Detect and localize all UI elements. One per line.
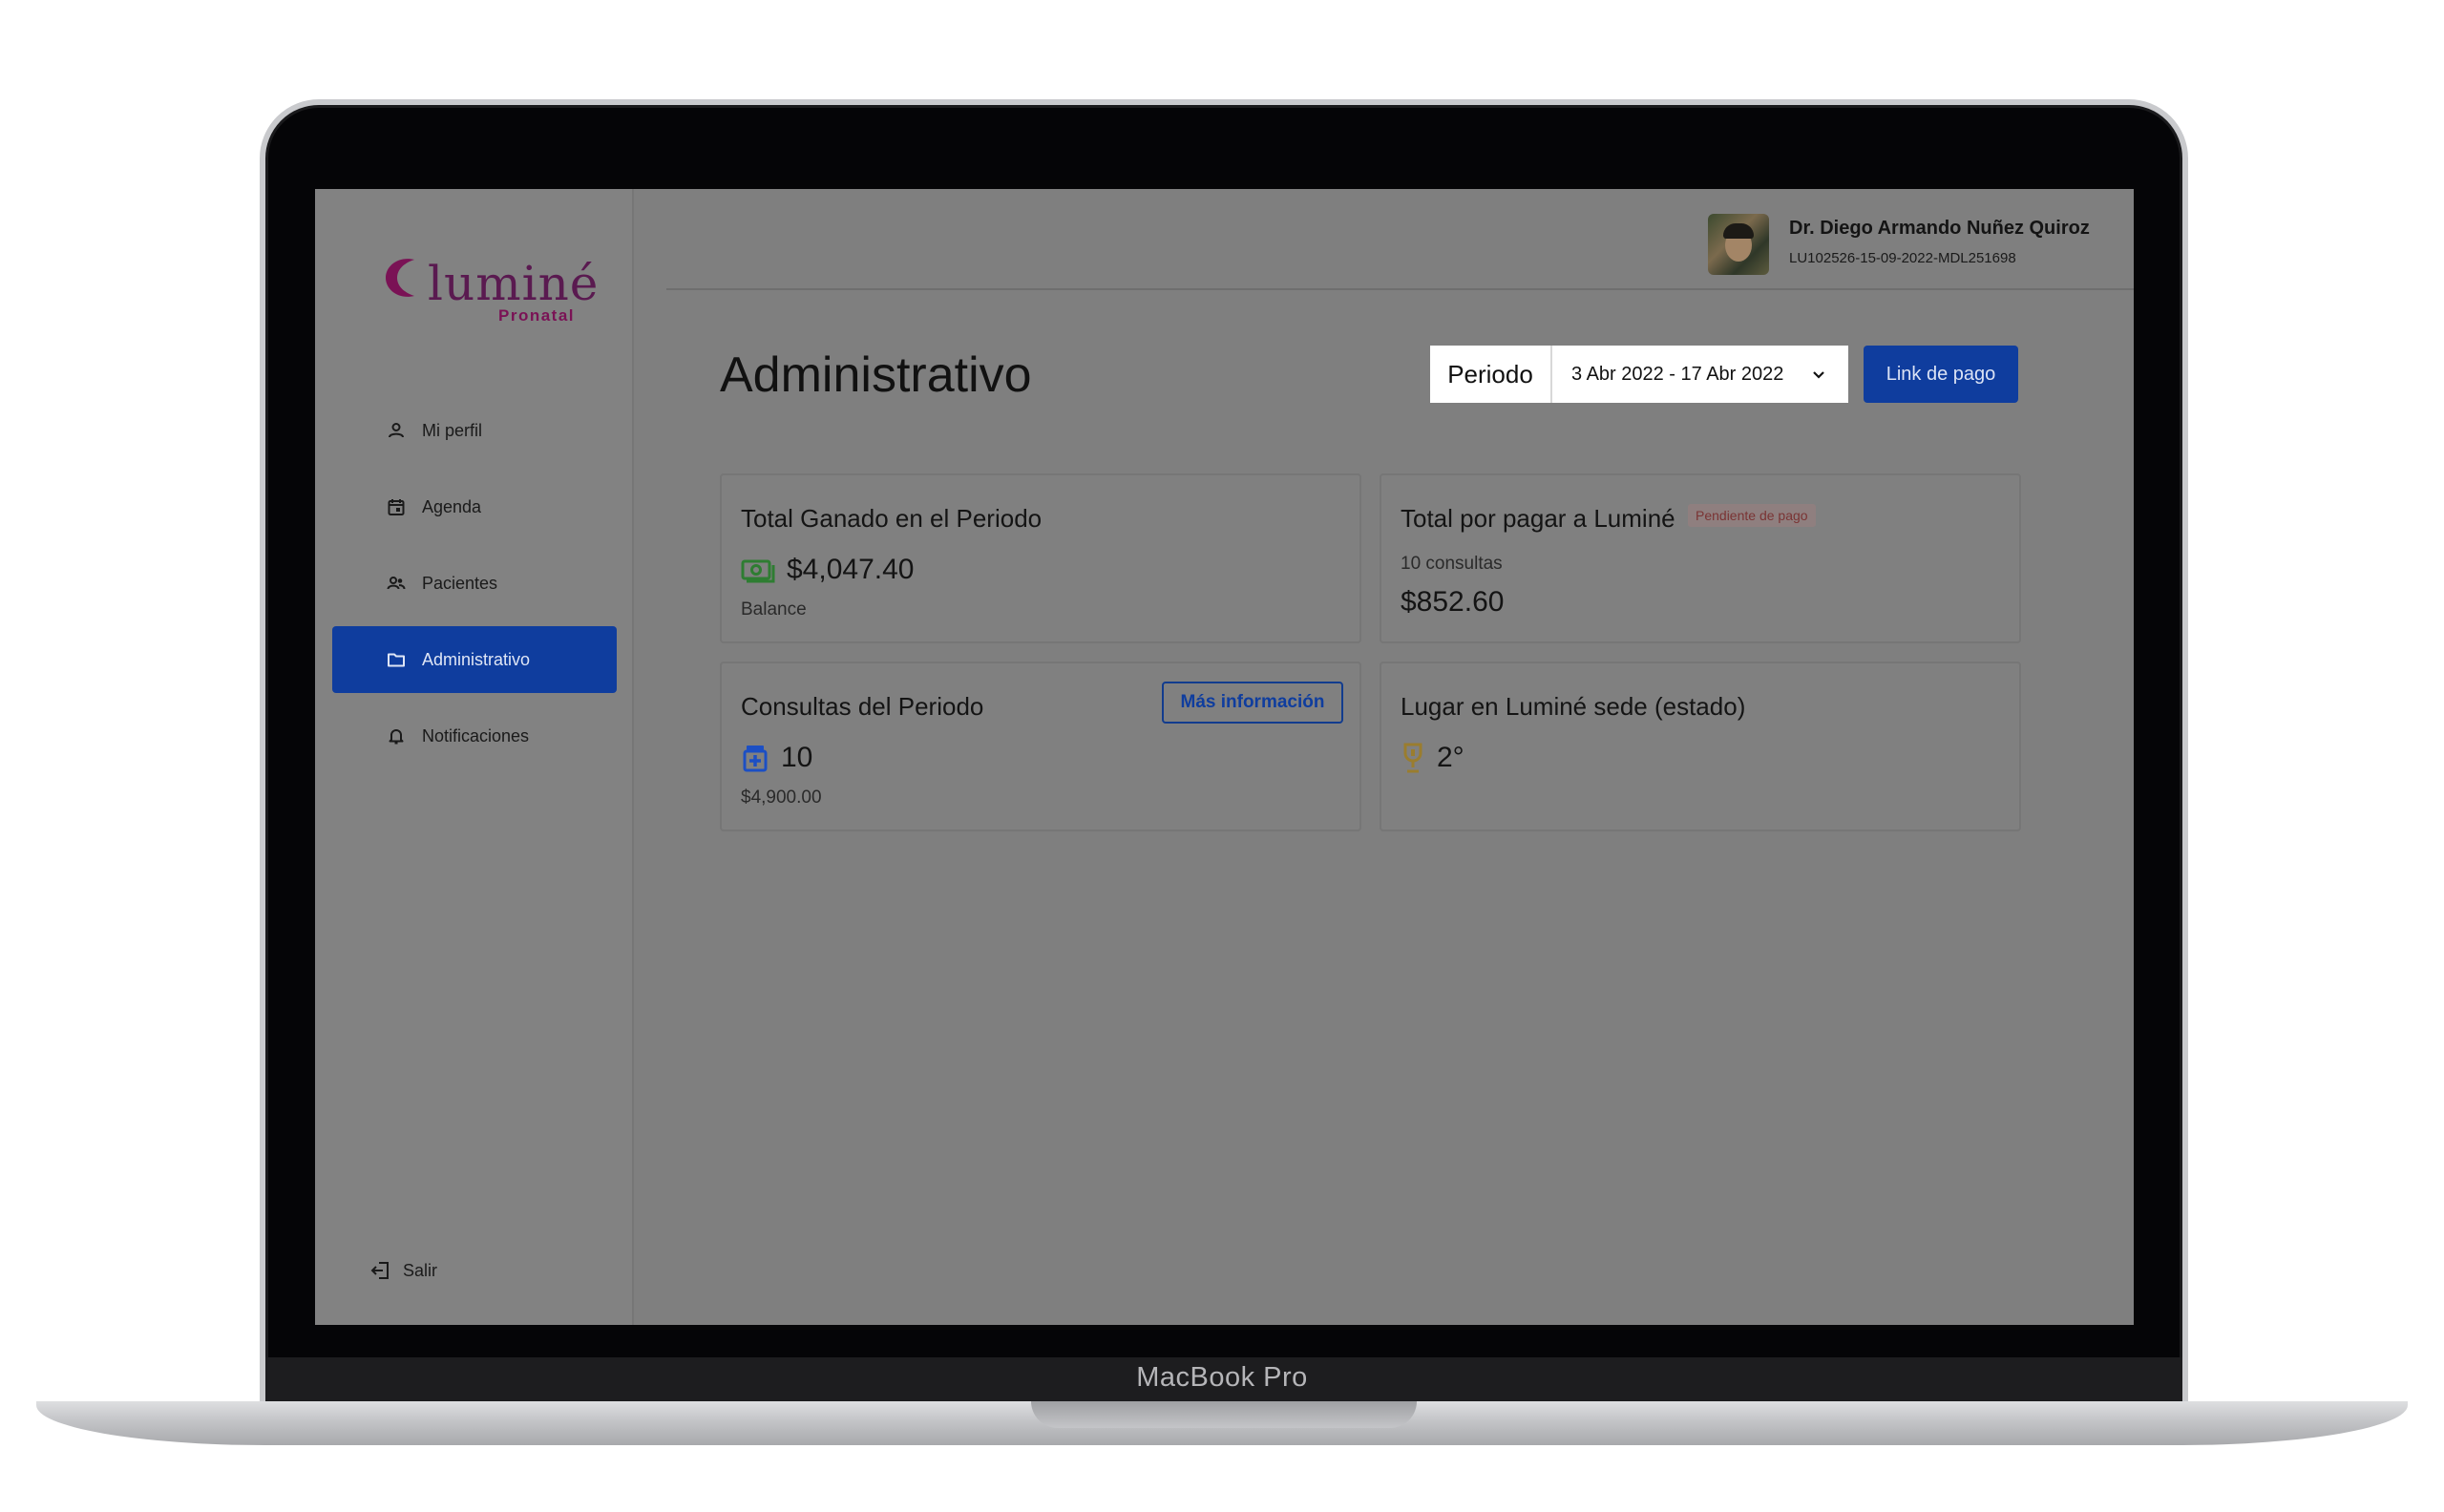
trophy-icon <box>1403 743 1422 773</box>
ranking-card: Lugar en Luminé sede (estado) 2° <box>1380 662 2021 831</box>
to-pay-count: 10 consultas <box>1401 554 1503 574</box>
app-screen: luminé Pronatal Mi perfil Agenda Pacient… <box>315 189 2134 1325</box>
users-icon <box>386 573 407 594</box>
chevron-down-icon <box>1813 371 1824 379</box>
period-value: 3 Abr 2022 - 17 Abr 2022 <box>1571 363 1784 385</box>
sidebar-item-label: Pacientes <box>422 573 498 593</box>
calendar-icon <box>386 496 407 517</box>
sidebar-item-pacientes[interactable]: Pacientes <box>332 550 617 617</box>
avatar[interactable] <box>1708 214 1769 275</box>
consults-sub: $4,900.00 <box>741 788 822 808</box>
user-icon <box>386 420 407 441</box>
sidebar-item-notificaciones[interactable]: Notificaciones <box>332 703 617 769</box>
consults-card: Consultas del Periodo Más información 10… <box>720 662 1361 831</box>
brand-name: luminé <box>428 256 600 311</box>
earned-amount: $4,047.40 <box>741 554 914 586</box>
folder-icon <box>386 649 407 670</box>
ranking-amount: 2° <box>1401 742 1464 774</box>
earned-value: $4,047.40 <box>787 554 915 585</box>
user-name: Dr. Diego Armando Nuñez Quiroz <box>1789 218 2090 239</box>
period-select[interactable]: 3 Abr 2022 - 17 Abr 2022 <box>1550 346 1848 403</box>
period-label: Periodo <box>1430 346 1550 403</box>
brand-logo-icon <box>386 259 414 297</box>
money-icon <box>741 559 775 583</box>
logout-button[interactable]: Salir <box>370 1260 437 1281</box>
sidebar-item-label: Agenda <box>422 496 482 516</box>
earned-card: Total Ganado en el Periodo $4,047.40 Bal… <box>720 473 1361 643</box>
consults-value: 10 <box>781 742 813 773</box>
sidebar: luminé Pronatal Mi perfil Agenda Pacient… <box>315 189 634 1325</box>
brand-tagline: Pronatal <box>498 306 576 325</box>
to-pay-card: Total por pagar a Luminé Pendiente de pa… <box>1380 473 2021 643</box>
sidebar-item-label: Administrativo <box>422 649 531 669</box>
sidebar-item-agenda[interactable]: Agenda <box>332 473 617 540</box>
sidebar-item-label: Mi perfil <box>422 420 483 440</box>
model-label: MacBook Pro <box>1136 1362 1308 1393</box>
ranking-value: 2° <box>1437 742 1464 773</box>
more-info-button[interactable]: Más información <box>1162 682 1343 724</box>
page-title: Administrativo <box>720 347 1032 403</box>
to-pay-title: Total por pagar a Luminé <box>1401 504 1675 533</box>
top-bar: Dr. Diego Armando Nuñez Quiroz LU102526-… <box>666 189 2134 290</box>
status-badge: Pendiente de pago <box>1688 504 1816 527</box>
earned-sub: Balance <box>741 599 807 620</box>
sidebar-item-label: Notificaciones <box>422 725 530 746</box>
to-pay-amount: $852.60 <box>1401 586 1505 618</box>
consults-title: Consultas del Periodo <box>741 692 984 721</box>
bell-icon <box>386 725 407 746</box>
earned-title: Total Ganado en el Periodo <box>741 504 1043 533</box>
logout-icon <box>370 1262 389 1279</box>
laptop-notch <box>1031 1401 1417 1428</box>
ranking-title: Lugar en Luminé sede (estado) <box>1401 692 1746 721</box>
user-id: LU102526-15-09-2022-MDL251698 <box>1789 250 2016 266</box>
logout-label: Salir <box>403 1260 438 1280</box>
pay-link-button[interactable]: Link de pago <box>1864 346 2018 403</box>
sidebar-item-mi-perfil[interactable]: Mi perfil <box>332 397 617 464</box>
sidebar-item-administrativo[interactable]: Administrativo <box>332 626 617 693</box>
medicine-icon <box>743 746 768 772</box>
consults-amount: 10 <box>741 742 812 774</box>
